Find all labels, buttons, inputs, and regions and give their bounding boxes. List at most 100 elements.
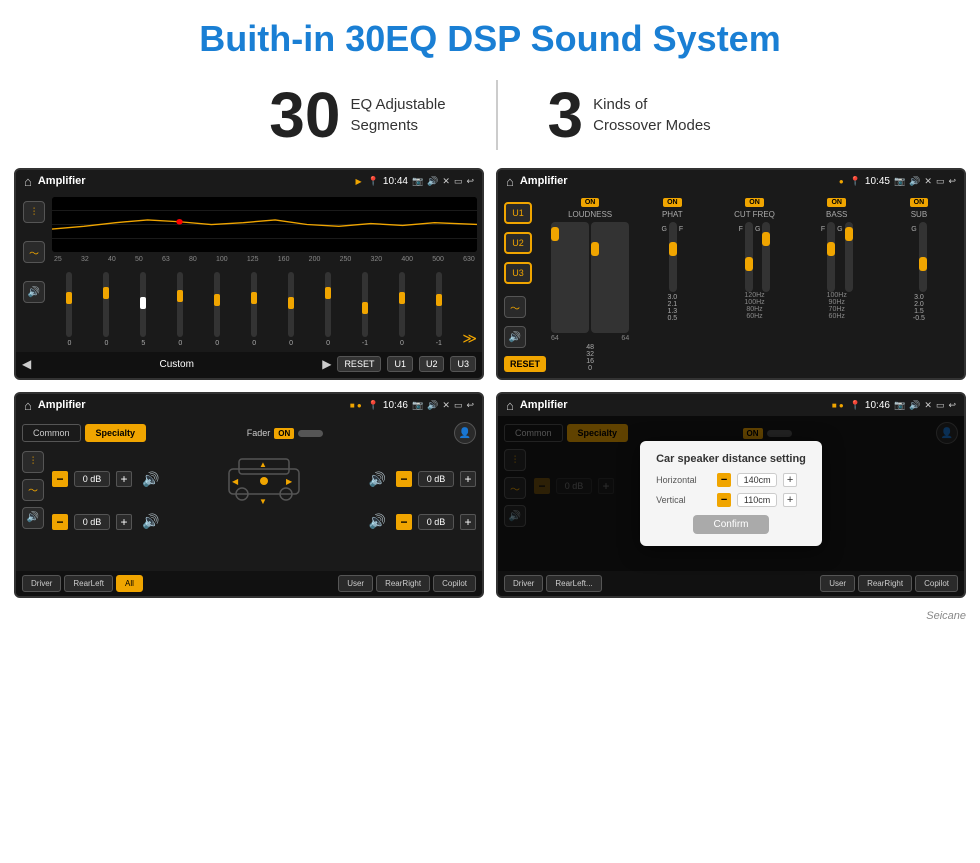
cutfreq-slider-r[interactable]: [762, 222, 770, 292]
eq-prev-btn[interactable]: ◀: [22, 357, 31, 371]
cross-vol-btn[interactable]: 🔊: [504, 326, 526, 348]
app-title-bl: Amplifier: [38, 399, 344, 411]
back-icon-bl[interactable]: ↩: [466, 400, 474, 411]
speaker-position-buttons: Driver RearLeft All User RearRight Copil…: [16, 571, 482, 596]
vertical-plus-btn[interactable]: +: [783, 493, 797, 507]
cross-u2-btn[interactable]: U2: [504, 232, 532, 254]
eq-slider-10[interactable]: -1: [421, 272, 456, 347]
db-top-right-plus[interactable]: +: [460, 471, 476, 487]
volume-icon-br: 🔊: [909, 400, 920, 411]
eq-freq-labels: 2532405063 80100125160200 25032040050063…: [52, 256, 477, 263]
rearleft-btn[interactable]: RearLeft: [64, 575, 113, 592]
fader-slider[interactable]: [298, 430, 323, 437]
eq-slider-0[interactable]: 0: [52, 272, 87, 347]
minimize-icon-br[interactable]: ▭: [936, 400, 945, 411]
horizontal-minus-btn[interactable]: −: [717, 473, 731, 487]
rearright-btn[interactable]: RearRight: [376, 575, 430, 592]
app-title-br: Amplifier: [520, 399, 826, 411]
close-icon-br[interactable]: ✕: [924, 400, 932, 411]
home-icon[interactable]: ⌂: [24, 174, 32, 189]
eq-slider-1[interactable]: 0: [89, 272, 124, 347]
driver-btn-br[interactable]: Driver: [504, 575, 543, 592]
horizontal-plus-btn[interactable]: +: [783, 473, 797, 487]
fader-label: Fader: [247, 428, 271, 438]
cross-reset-btn[interactable]: RESET: [504, 356, 546, 372]
crossover-stat: 3 Kinds of Crossover Modes: [498, 83, 761, 147]
spk-wave-icon[interactable]: 〜: [22, 479, 44, 501]
rearright-btn-br[interactable]: RearRight: [858, 575, 912, 592]
specialty-tab-bl[interactable]: Specialty: [85, 424, 147, 442]
user-btn[interactable]: User: [338, 575, 373, 592]
eq-filter-btn[interactable]: ⫶: [23, 201, 45, 223]
home-icon-bl[interactable]: ⌂: [24, 398, 32, 413]
user-btn-br[interactable]: User: [820, 575, 855, 592]
fader-on-badge: ON: [274, 428, 294, 439]
confirm-btn[interactable]: Confirm: [693, 515, 768, 534]
eq-slider-4[interactable]: 0: [200, 272, 235, 347]
bass-slider-r[interactable]: [845, 222, 853, 292]
minimize-icon-bl[interactable]: ▭: [454, 400, 463, 411]
rearleft-btn-br[interactable]: RearLeft...: [546, 575, 601, 592]
eq-slider-2[interactable]: 5: [126, 272, 161, 347]
all-btn[interactable]: All: [116, 575, 143, 592]
bass-on-badge: ON: [827, 198, 846, 207]
cross-wave-btn[interactable]: 〜: [504, 296, 526, 318]
eq-slider-5[interactable]: 0: [237, 272, 272, 347]
db-bot-left-minus[interactable]: −: [52, 514, 68, 530]
back-icon[interactable]: ↩: [466, 176, 474, 187]
db-bot-left-plus[interactable]: +: [116, 514, 132, 530]
common-tab-bl[interactable]: Common: [22, 424, 81, 442]
speaker-icon-tr: 🔊: [369, 471, 386, 488]
speaker-position-buttons-br: Driver RearLeft... User RearRight Copilo…: [498, 571, 964, 596]
eq-u1-btn[interactable]: U1: [387, 356, 413, 372]
db-top-left-minus[interactable]: −: [52, 471, 68, 487]
eq-label: EQ Adjustable Segments: [350, 94, 445, 136]
db-top-right-value: 0 dB: [418, 471, 454, 487]
home-icon-tr[interactable]: ⌂: [506, 174, 514, 189]
cross-col-cutfreq: ON CUT FREQ F G 120Hz 100Hz 80Hz: [715, 198, 793, 372]
loudness-slider-r[interactable]: [591, 222, 629, 333]
eq-slider-7[interactable]: 0: [311, 272, 346, 347]
location-icon-tr: 📍: [850, 176, 861, 187]
eq-slider-9[interactable]: 0: [384, 272, 419, 347]
copilot-btn-bl[interactable]: Copilot: [433, 575, 476, 592]
cross-u3-btn[interactable]: U3: [504, 262, 532, 284]
loudness-slider-l[interactable]: [551, 222, 589, 333]
phat-slider[interactable]: [669, 222, 677, 292]
db-top-right-minus[interactable]: −: [396, 471, 412, 487]
eq-next-btn[interactable]: ▶: [322, 357, 331, 371]
copilot-btn-br[interactable]: Copilot: [915, 575, 958, 592]
eq-vol-btn[interactable]: 🔊: [23, 281, 45, 303]
location-icon: 📍: [368, 176, 379, 187]
minimize-icon-tr[interactable]: ▭: [936, 176, 945, 187]
back-icon-br[interactable]: ↩: [948, 400, 956, 411]
spk-vol-icon[interactable]: 🔊: [22, 507, 44, 529]
bass-slider-l[interactable]: [827, 222, 835, 292]
eq-u2-btn[interactable]: U2: [419, 356, 445, 372]
close-icon-bl[interactable]: ✕: [442, 400, 450, 411]
eq-number: 30: [269, 83, 340, 147]
back-icon-tr[interactable]: ↩: [948, 176, 956, 187]
cutfreq-slider-l[interactable]: [745, 222, 753, 292]
spk-filter-icon[interactable]: ⫶: [22, 451, 44, 473]
cross-u1-btn[interactable]: U1: [504, 202, 532, 224]
db-top-left-plus[interactable]: +: [116, 471, 132, 487]
eq-u3-btn[interactable]: U3: [450, 356, 476, 372]
eq-slider-8[interactable]: -1: [348, 272, 383, 347]
sub-slider[interactable]: [919, 222, 927, 292]
db-bot-right-minus[interactable]: −: [396, 514, 412, 530]
eq-wave-btn[interactable]: 〜: [23, 241, 45, 263]
home-icon-br[interactable]: ⌂: [506, 398, 514, 413]
app-title-tr: Amplifier: [520, 175, 833, 187]
close-icon-tr[interactable]: ✕: [924, 176, 932, 187]
driver-btn[interactable]: Driver: [22, 575, 61, 592]
eq-slider-3[interactable]: 0: [163, 272, 198, 347]
close-icon[interactable]: ✕: [442, 176, 450, 187]
minimize-icon[interactable]: ▭: [454, 176, 463, 187]
db-bot-right-plus[interactable]: +: [460, 514, 476, 530]
eq-slider-6[interactable]: 0: [274, 272, 309, 347]
time-tr: 10:45: [865, 176, 890, 187]
eq-reset-btn[interactable]: RESET: [337, 356, 381, 372]
vertical-minus-btn[interactable]: −: [717, 493, 731, 507]
loudness-on-badge: ON: [581, 198, 600, 207]
